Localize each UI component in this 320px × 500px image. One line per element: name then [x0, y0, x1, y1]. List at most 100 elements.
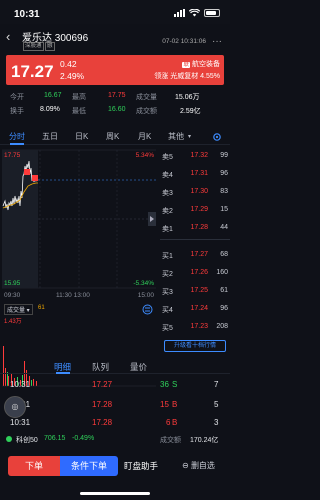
turnover-label: 换手	[10, 108, 24, 115]
trade-row: 10:31 17.27 36 S 7	[0, 378, 230, 392]
bid-label: 买1	[162, 253, 173, 260]
trade-price: 17.28	[92, 400, 113, 409]
sector-lead-text: 领涨 光威复材 4.55%	[154, 73, 220, 80]
more-icon[interactable]: ···	[212, 36, 222, 47]
tag-margin: 融	[45, 42, 55, 51]
signal-icon	[174, 9, 185, 17]
tab-volume-price[interactable]: 量价	[130, 361, 147, 373]
ask-row: 卖4 17.31 96	[160, 167, 230, 181]
trade-count: 7	[214, 380, 219, 389]
ask-volume: 83	[220, 188, 228, 195]
settings-gear-icon[interactable]	[212, 132, 222, 142]
ask-price: 17.30	[190, 188, 208, 195]
bid-volume: 208	[216, 323, 228, 330]
ask-volume: 15	[220, 206, 228, 213]
bid-price: 17.25	[190, 287, 208, 294]
back-chevron-icon[interactable]: ‹	[6, 29, 10, 44]
ask-volume: 99	[220, 152, 228, 159]
ask-label: 卖5	[162, 154, 173, 161]
index-ticker[interactable]: 科创50 706.15 -0.49% 成交额 170.24亿	[0, 432, 230, 446]
ask-label: 卖1	[162, 226, 173, 233]
trade-count: 3	[214, 418, 219, 427]
ticker-value: 706.15	[44, 435, 66, 442]
trade-time: 10:31	[10, 418, 31, 427]
bid-row: 买3 17.25 61	[160, 284, 230, 298]
status-bar: 10:31	[0, 0, 230, 24]
watch-assistant-button[interactable]: 盯盘助手	[124, 460, 158, 472]
ask-price: 17.31	[190, 170, 208, 177]
volume-indicator-value: 61	[38, 305, 45, 311]
stats-row-1: 今开 16.67 最高 17.75 成交量 15.06万	[0, 90, 230, 103]
stats-row-2: 换手 8.09% 最低 16.60 成交额 2.59亿	[0, 104, 230, 117]
trade-volume: 15	[160, 400, 169, 409]
trade-row: 10:31 17.28 6 B 3	[0, 416, 230, 430]
wifi-icon	[189, 9, 200, 17]
bid-label: 买4	[162, 307, 173, 314]
trade-volume: 6	[166, 418, 171, 427]
floating-assistant-icon[interactable]: ◎	[4, 396, 26, 418]
detail-tabs: 明细 队列 量价	[0, 358, 230, 374]
bid-label: 买3	[162, 289, 173, 296]
bid-volume: 61	[220, 287, 228, 294]
status-time: 10:31	[14, 9, 40, 20]
trade-volume: 36	[160, 380, 169, 389]
volume-max-label: 1.43万	[4, 319, 22, 325]
trade-side: B	[172, 418, 178, 427]
volume-indicator-label[interactable]: 成交量 ▾	[4, 304, 33, 315]
bid-row: 买4 17.24 96	[160, 302, 230, 316]
bid-price: 17.27	[190, 251, 208, 258]
ticker-amount: 170.24亿	[190, 437, 219, 444]
tab-monthly-k[interactable]: 月K	[138, 131, 151, 142]
bid-price: 17.26	[190, 269, 208, 276]
sector-name: 航空装备	[192, 61, 220, 68]
chart-upper-price: 17.75	[4, 152, 21, 159]
tab-active-underline	[10, 143, 24, 145]
remove-favorite-button[interactable]: ⊖ 删自选	[182, 460, 215, 471]
upgrade-level10-button[interactable]: 升级看十档行情	[164, 340, 226, 352]
sector-info[interactable]: 联航空装备 领涨 光威复材 4.55%	[154, 59, 220, 82]
detail-tab-underline	[56, 372, 70, 374]
ask-price: 17.32	[190, 152, 208, 159]
other-dropdown-icon[interactable]: ▾	[188, 133, 191, 140]
indicator-switch-icon[interactable]	[142, 304, 153, 315]
remove-favorite-label: 删自选	[190, 461, 215, 470]
order-book-divider	[160, 239, 230, 240]
chart-lower-price: 15.95	[4, 280, 21, 287]
intraday-chart[interactable]: 17.75 5.34% 15.95 -5.34% 09:30 11:30 13:…	[0, 146, 158, 388]
current-price: 17.27	[11, 62, 54, 81]
tab-other[interactable]: 其他	[168, 131, 184, 142]
ask-price: 17.29	[190, 206, 208, 213]
home-indicator	[80, 492, 150, 495]
conditional-order-button[interactable]: 条件下单	[60, 456, 118, 476]
price-banner: 17.27 0.42 2.49% 联航空装备 领涨 光威复材 4.55%	[6, 55, 224, 85]
ask-label: 卖4	[162, 172, 173, 179]
ask-price: 17.28	[190, 224, 208, 231]
tab-weekly-k[interactable]: 周K	[106, 131, 119, 142]
low-label: 最低	[72, 108, 86, 115]
volume-indicator-text: 成交量	[7, 308, 26, 314]
tab-queue[interactable]: 队列	[92, 361, 109, 373]
ticker-amount-label: 成交额	[160, 437, 181, 444]
volume-value: 15.06万	[175, 94, 200, 101]
volume-label: 成交量	[136, 94, 157, 101]
period-tabs: 分时 五日 日K 周K 月K 其他 ▾	[0, 129, 230, 145]
tab-intraday[interactable]: 分时	[9, 131, 25, 142]
bid-row: 买1 17.27 68	[160, 248, 230, 262]
bid-volume: 160	[216, 269, 228, 276]
chart-time-start: 09:30	[4, 292, 21, 299]
trade-count: 5	[214, 400, 219, 409]
ask-label: 卖2	[162, 208, 173, 215]
bid-price: 17.24	[190, 305, 208, 312]
trade-price: 17.28	[92, 418, 113, 427]
tab-daily-k[interactable]: 日K	[75, 131, 88, 142]
ask-row: 卖2 17.29 15	[160, 203, 230, 217]
high-value: 17.75	[108, 92, 126, 99]
place-order-button[interactable]: 下单	[8, 456, 60, 476]
trade-side: B	[172, 400, 178, 409]
battery-icon	[204, 9, 220, 17]
header: ‹ 爱乐达 300696 深股通 融 07-02 10:31:06 ···	[0, 24, 230, 52]
minus-circle-icon: ⊖	[182, 461, 189, 470]
ask-row: 卖3 17.30 83	[160, 185, 230, 199]
ticker-name: 科创50	[16, 437, 38, 444]
tab-five-day[interactable]: 五日	[42, 131, 58, 142]
